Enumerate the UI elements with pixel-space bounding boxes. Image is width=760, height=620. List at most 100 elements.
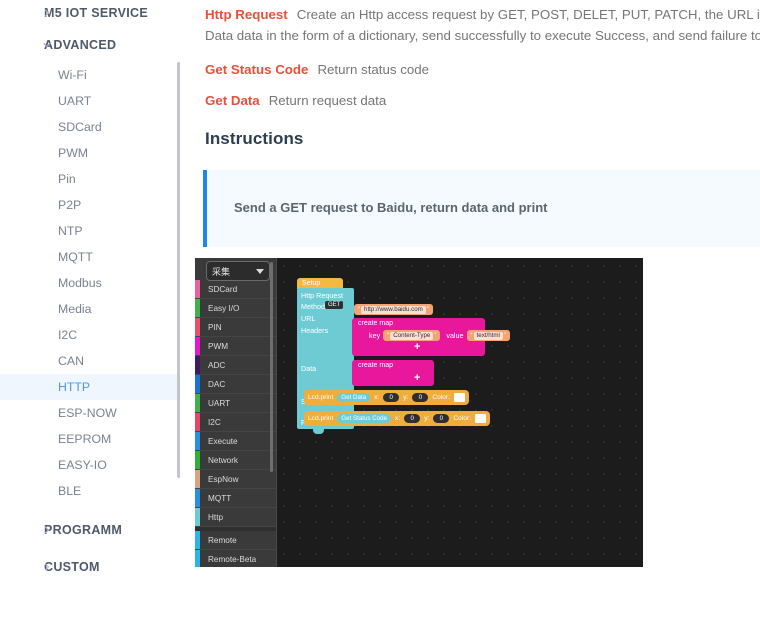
palette-item-label: ADC	[208, 360, 226, 370]
block-label-x: x:	[395, 415, 401, 422]
block-label-create-map: create map	[358, 320, 394, 327]
block-get-data[interactable]: Get Data	[337, 393, 371, 402]
block-value-string[interactable]: “ text/html ”	[466, 330, 510, 341]
api-description: Return status code	[317, 62, 430, 77]
palette-item-network[interactable]: Network	[195, 451, 276, 470]
sidebar-item-ntp[interactable]: NTP	[0, 218, 180, 244]
block-label-value: value	[446, 331, 464, 340]
block-label-color: Color:	[432, 394, 450, 401]
sidebar-group-label: PROGRAMM	[44, 523, 123, 537]
sidebar-group-programm[interactable]: PROGRAMM	[0, 517, 180, 543]
palette-scrollbar[interactable]	[270, 262, 273, 472]
palette-item-pwm[interactable]: PWM	[195, 337, 276, 356]
palette-item-espnow[interactable]: EspNow	[195, 470, 276, 489]
api-name: Get Status Code	[205, 62, 309, 77]
api-name: Get Data	[205, 93, 260, 108]
sidebar-item-media[interactable]: Media	[0, 296, 180, 322]
block-create-map-data[interactable]: create map +	[352, 360, 434, 386]
block-lcd-print-success[interactable]: Lcd.print Get Data x: 0 y: 0 Color:	[304, 390, 469, 405]
key-value[interactable]: Content-Type	[390, 331, 434, 340]
x-input[interactable]: 0	[404, 414, 421, 423]
sidebar-item-ble[interactable]: BLE	[0, 478, 180, 504]
sidebar-item-pin[interactable]: Pin	[0, 166, 180, 192]
palette-item-i2c[interactable]: I2C	[195, 413, 276, 432]
sidebar-item-easy-io[interactable]: EASY-IO	[0, 452, 180, 478]
y-input[interactable]: 0	[433, 414, 450, 423]
api-row-get-data: Get Data Return request data	[205, 91, 386, 110]
sidebar-item-http[interactable]: HTTP	[0, 374, 180, 400]
palette-item-label: Easy I/O	[208, 303, 240, 313]
palette-item-uart[interactable]: UART	[195, 394, 276, 413]
palette-item-label: Network	[208, 455, 239, 465]
blockly-palette[interactable]: Advanced 采集 SDCard Easy I/O PIN PWM ADC …	[195, 258, 277, 567]
sidebar: M5 IOT SERVICE ADVANCED Wi-Fi UART SDCar…	[0, 0, 180, 620]
block-label-key: key	[369, 331, 381, 340]
sidebar-item-sdcard[interactable]: SDCard	[0, 114, 180, 140]
sidebar-item-mqtt[interactable]: MQTT	[0, 244, 180, 270]
sidebar-item-pwm[interactable]: PWM	[0, 140, 180, 166]
palette-color-bar	[195, 375, 200, 393]
sidebar-item-eeprom[interactable]: EEPROM	[0, 426, 180, 452]
category-dropdown-value: 采集	[212, 266, 231, 277]
palette-color-bar	[195, 470, 200, 488]
block-label-x: x:	[374, 394, 380, 401]
palette-item-easy-io[interactable]: Easy I/O	[195, 299, 276, 318]
sidebar-item-label: UART	[58, 94, 92, 108]
palette-item-dac[interactable]: DAC	[195, 375, 276, 394]
sidebar-group-label: CUSTOM	[44, 560, 100, 574]
block-label-lcd-print: Lcd.print	[308, 394, 334, 401]
sidebar-item-p2p[interactable]: P2P	[0, 192, 180, 218]
api-row-http-request-cont: Data data in the form of a dictionary, s…	[205, 26, 760, 45]
palette-item-label: Remote-Beta	[208, 554, 257, 564]
sidebar-item-modbus[interactable]: Modbus	[0, 270, 180, 296]
palette-item-http[interactable]: Http	[195, 508, 276, 527]
sidebar-item-i2c[interactable]: I2C	[0, 322, 180, 348]
palette-item-mqtt[interactable]: MQTT	[195, 489, 276, 508]
sidebar-group-label: M5 IOT SERVICE	[44, 6, 148, 20]
x-input[interactable]: 0	[383, 393, 400, 402]
category-dropdown[interactable]: 采集	[206, 261, 270, 281]
blockly-canvas[interactable]: Setup Http Request Method GET URL Header…	[276, 258, 643, 567]
api-row-http-request: Http Request Create an Http access reques…	[205, 5, 760, 24]
block-get-status-code[interactable]: Get Status Code	[337, 414, 392, 423]
sidebar-item-label: P2P	[58, 198, 82, 212]
palette-item-remote[interactable]: Remote	[195, 531, 276, 550]
sidebar-item-label: HTTP	[58, 380, 91, 394]
sidebar-item-wifi[interactable]: Wi-Fi	[0, 62, 180, 88]
method-dropdown[interactable]: GET	[325, 301, 344, 309]
sidebar-group-advanced[interactable]: ADVANCED	[0, 32, 180, 58]
block-label-url: URL	[301, 314, 316, 323]
add-entry-button[interactable]: +	[414, 342, 420, 353]
palette-item-sdcard[interactable]: SDCard	[195, 280, 276, 299]
sidebar-item-uart[interactable]: UART	[0, 88, 180, 114]
palette-item-label: I2C	[208, 417, 221, 427]
quote-open-icon: “	[387, 332, 390, 339]
palette-item-remote-beta[interactable]: Remote-Beta	[195, 550, 276, 567]
quote-open-icon: “	[358, 306, 360, 313]
palette-item-pin[interactable]: PIN	[195, 318, 276, 337]
quote-close-icon: ”	[434, 332, 437, 339]
block-key-string[interactable]: “ Content-Type ”	[383, 330, 441, 341]
sidebar-item-label: Media	[58, 302, 92, 316]
block-notch	[313, 429, 324, 434]
add-entry-button[interactable]: +	[414, 373, 420, 384]
y-input[interactable]: 0	[412, 393, 429, 402]
block-map-entry[interactable]: key “ Content-Type ” value “ text/html ”	[369, 330, 510, 341]
sidebar-item-can[interactable]: CAN	[0, 348, 180, 374]
url-value[interactable]: http://www.baidu.com	[361, 305, 426, 314]
palette-item-adc[interactable]: ADC	[195, 356, 276, 375]
palette-color-bar	[195, 432, 200, 450]
color-picker[interactable]	[453, 393, 465, 402]
sidebar-group-m5-iot-service[interactable]: M5 IOT SERVICE	[0, 0, 180, 26]
block-url-string[interactable]: “ http://www.baidu.com ”	[354, 304, 433, 315]
quote-close-icon: ”	[426, 306, 429, 313]
quote-open-icon: “	[470, 332, 473, 339]
palette-item-execute[interactable]: Execute	[195, 432, 276, 451]
value-value[interactable]: text/html	[473, 331, 503, 340]
sidebar-group-custom[interactable]: CUSTOM	[0, 554, 180, 580]
palette-list: SDCard Easy I/O PIN PWM ADC DAC UART I2C…	[195, 280, 276, 567]
block-lcd-print-fail[interactable]: Lcd.print Get Status Code x: 0 y: 0 Colo…	[304, 411, 490, 426]
block-http-request[interactable]: Http Request Method GET URL Headers Data…	[297, 288, 354, 429]
color-picker[interactable]	[474, 414, 486, 423]
sidebar-item-esp-now[interactable]: ESP-NOW	[0, 400, 180, 426]
